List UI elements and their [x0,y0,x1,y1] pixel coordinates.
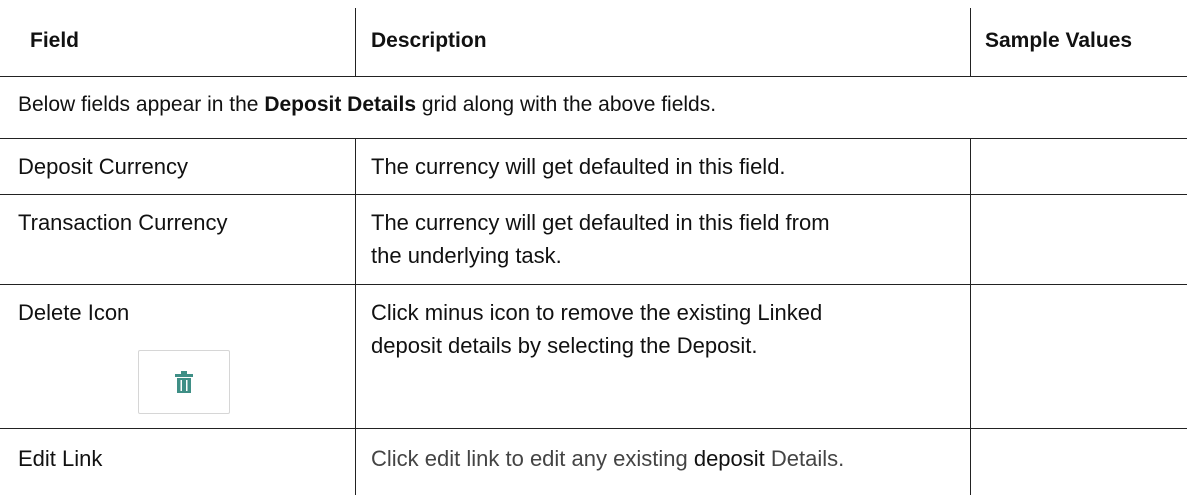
row3-field: Delete Icon [18,300,130,325]
note-bold: Deposit Details [264,93,417,116]
row-line-1 [0,194,1187,195]
row-line-top [0,138,1187,139]
header-sample-values: Sample Values [985,29,1133,52]
row2-field: Transaction Currency [18,210,228,235]
row-line-3 [0,428,1187,429]
body-divider-1 [355,138,356,495]
row4-description: Click edit link to edit any existing dep… [371,442,844,475]
row4-field: Edit Link [18,446,103,471]
note-suffix: grid along with the above fields. [416,93,717,116]
row-line-2 [0,284,1187,285]
row4-description-part1: Click edit link to edit any existing [371,446,694,471]
row1-description: The currency will get defaulted in this … [371,154,786,179]
row2-description-line2: the underlying task. [371,243,562,268]
note-prefix: Below fields appear in the [18,93,265,116]
header-description: Description [371,29,487,52]
row3-description-line2: deposit details by selecting the Deposit… [371,333,758,358]
row1-field: Deposit Currency [18,154,188,179]
row4-description-part2: deposit [693,446,765,471]
delete-icon-button[interactable] [138,350,230,414]
trash-icon [175,371,193,393]
row4-description-part3: Details. [764,446,845,471]
header-divider-1 [355,8,356,76]
row3-description-line1: Click minus icon to remove the existing … [371,300,823,325]
table-header: Field Description Sample Values [0,0,1187,77]
document-table: Field Description Sample Values Below fi… [0,0,1187,495]
row2-description-line1: The currency will get defaulted in this … [371,210,830,235]
section-note: Below fields appear in the Deposit Detai… [18,93,716,117]
header-field: Field [30,29,80,52]
body-divider-2 [970,138,971,495]
header-divider-2 [970,8,971,76]
